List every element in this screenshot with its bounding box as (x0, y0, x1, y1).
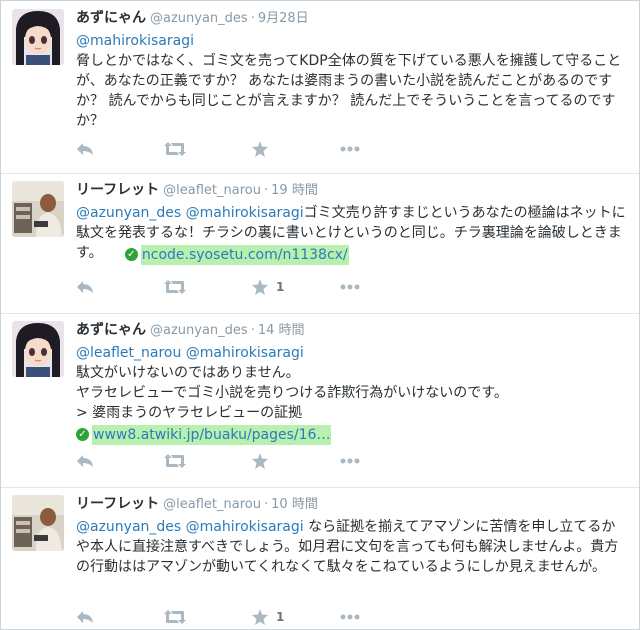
screen-name[interactable]: @leaflet_narou (163, 183, 261, 198)
favorite-button[interactable]: 1 (252, 607, 340, 627)
retweet-icon (164, 142, 186, 156)
mention-link[interactable]: @mahirokisaragi (76, 33, 194, 49)
retweet-icon (164, 280, 186, 294)
more-icon (340, 458, 360, 464)
mention-link[interactable]: @azunyan_des (76, 205, 181, 221)
tweet-text: @azunyan_des @mahirokisaragi なら証拠を揃えてアマゾ… (76, 517, 629, 577)
url-link[interactable]: ncode.syosetu.com/n1138cx/ (140, 244, 349, 265)
tweet[interactable]: リーフレット @leaflet_narou · 19 時間 @azunyan_des … (1, 173, 639, 314)
mention-link[interactable]: @mahirokisaragi (186, 345, 304, 361)
tweet[interactable]: あずにゃん @azunyan_des · 9月28日 @mahirokisaragi … (1, 1, 639, 174)
retweet-icon (164, 454, 186, 468)
reply-icon (77, 611, 93, 623)
tweet[interactable]: あずにゃん @azunyan_des · 14 時間 @leaflet_narou @… (1, 313, 639, 488)
tweet-line: ヤラセレビューでゴミ小説を売りつける詐欺行為がいけないのです。 (76, 385, 508, 401)
tweet-body: 脅しとかではなく、ゴミ文を売ってKDP全体の質を下げている悪人を擁護して守ること… (76, 53, 622, 129)
favorite-icon (252, 141, 268, 157)
favorite-count: 1 (276, 280, 285, 294)
retweet-button[interactable] (164, 451, 252, 471)
display-name[interactable]: あずにゃん (76, 10, 146, 26)
mention-link[interactable]: @leaflet_narou (76, 345, 181, 361)
tweet-text: @azunyan_des @mahirokisaragiゴミ文売り許すまじという… (76, 203, 629, 265)
more-button[interactable] (340, 451, 428, 471)
reply-button[interactable] (76, 139, 164, 159)
timestamp[interactable]: 9月28日 (258, 11, 309, 26)
tweet-actions (76, 139, 428, 159)
tweet-text: @mahirokisaragi 脅しとかではなく、ゴミ文を売ってKDP全体の質を… (76, 31, 629, 131)
retweet-button[interactable] (164, 607, 252, 627)
avatar[interactable] (12, 181, 64, 237)
separator-dot: · (264, 497, 269, 512)
display-name[interactable]: リーフレット (76, 496, 159, 512)
mention-link[interactable]: @mahirokisaragi (186, 519, 304, 535)
reply-icon (77, 281, 93, 293)
avatar[interactable] (12, 495, 64, 551)
more-button[interactable] (340, 607, 428, 627)
favorite-count: 1 (276, 610, 285, 624)
favorite-button[interactable] (252, 139, 340, 159)
retweet-button[interactable] (164, 277, 252, 297)
favorite-icon (252, 279, 268, 295)
more-button[interactable] (340, 139, 428, 159)
timestamp[interactable]: 19 時間 (271, 183, 318, 198)
mention-link[interactable]: @azunyan_des (76, 519, 181, 535)
avatar[interactable] (12, 321, 64, 377)
avatar[interactable] (12, 9, 64, 65)
tweet-actions: 1 (76, 607, 428, 627)
tweet-actions: 1 (76, 277, 428, 297)
timeline: あずにゃん @azunyan_des · 9月28日 @mahirokisaragi … (0, 0, 640, 630)
mention-link[interactable]: @mahirokisaragi (186, 205, 304, 221)
check-circle-icon: ✓ (124, 248, 138, 261)
favorite-icon (252, 609, 268, 625)
tweet-line: 駄文がいけないのではありません。 (76, 365, 300, 381)
favorite-icon (252, 453, 268, 469)
retweet-button[interactable] (164, 139, 252, 159)
timestamp[interactable]: 10 時間 (271, 497, 318, 512)
more-icon (340, 284, 360, 290)
check-circle-icon: ✓ (76, 428, 89, 441)
separator-dot: · (250, 323, 255, 338)
more-button[interactable] (340, 277, 428, 297)
screen-name[interactable]: @azunyan_des (150, 323, 248, 338)
tweet-line: > 婆雨まうのヤラセレビューの証拠 (76, 405, 303, 421)
display-name[interactable]: あずにゃん (76, 322, 146, 338)
more-icon (340, 146, 360, 152)
screen-name[interactable]: @azunyan_des (150, 11, 248, 26)
url-link[interactable]: www8.atwiki.jp/buaku/pages/16… (92, 424, 332, 445)
reply-icon (77, 455, 93, 467)
reply-icon (77, 143, 93, 155)
tweet-text: @leaflet_narou @mahirokisaragi 駄文がいけないので… (76, 343, 629, 445)
reply-button[interactable] (76, 607, 164, 627)
favorite-button[interactable]: 1 (252, 277, 340, 297)
reply-button[interactable] (76, 277, 164, 297)
tweet-actions (76, 451, 428, 471)
screen-name[interactable]: @leaflet_narou (163, 497, 261, 512)
display-name[interactable]: リーフレット (76, 182, 159, 198)
separator-dot: · (250, 11, 255, 26)
reply-button[interactable] (76, 451, 164, 471)
more-icon (340, 614, 360, 620)
timestamp[interactable]: 14 時間 (258, 323, 305, 338)
retweet-icon (164, 610, 186, 624)
favorite-button[interactable] (252, 451, 340, 471)
tweet[interactable]: リーフレット @leaflet_narou · 10 時間 @azunyan_des … (1, 487, 639, 629)
separator-dot: · (264, 183, 269, 198)
